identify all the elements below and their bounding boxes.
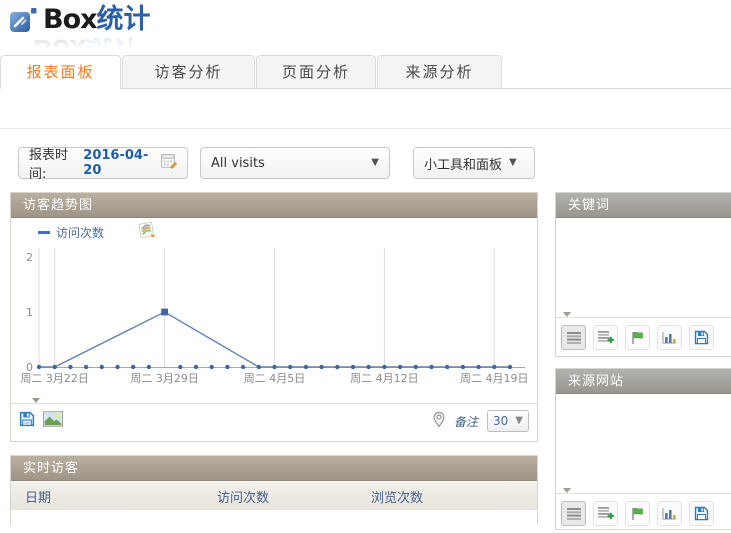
column-header-visits[interactable]: 访问次数 [217,487,371,506]
chevron-down-icon: ▼ [515,416,523,426]
visits-evolution-chart[interactable]: 周二 3月22日周二 3月29日周二 4月5日周二 4月12日周二 4月19日0… [11,240,539,390]
referrers-widget-footer [556,493,731,533]
report-time-label: 报表时间: [29,144,78,182]
keywords-widget: 关键词 [555,192,731,357]
svg-text:周二 4月19日: 周二 4月19日 [460,372,529,385]
referrer-websites-widget: 来源网站 [555,368,731,530]
svg-text:2: 2 [26,251,33,264]
svg-text:周二 3月29日: 周二 3月29日 [130,372,199,385]
expander-icon[interactable] [32,398,40,403]
visitor-trend-title[interactable]: 访客趋势图 [11,193,537,218]
export-icon[interactable] [19,411,35,431]
chevron-down-icon: ▼ [371,158,379,168]
table-view-button[interactable] [561,501,586,526]
table-more-columns-button[interactable] [593,325,618,350]
export-icon[interactable] [689,501,714,526]
keywords-empty-body [556,218,731,317]
annotation-link[interactable]: 备注 [454,413,478,430]
row-limit-value: 30 [493,414,508,428]
keywords-widget-footer [556,317,731,357]
logo-text-zh: 统计 [97,4,151,35]
graph-type-icon[interactable] [138,222,156,242]
realtime-table-header: 日期 访问次数 浏览次数 [11,481,537,510]
image-export-icon[interactable] [43,411,63,431]
export-icon[interactable] [689,325,714,350]
widgets-button-label: 小工具和面板 [424,154,502,173]
report-date-value: 2016-04-20 [83,148,156,178]
legend-series-dash [38,231,50,234]
table-more-columns-button[interactable] [593,501,618,526]
visitor-trend-widget: 访客趋势图 访问次数 周二 3月22日周二 3月29日周二 4月5日周二 4月1… [10,192,538,442]
table-view-button[interactable] [561,325,586,350]
referrers-empty-body [556,394,731,493]
annotation-pin-icon[interactable] [433,411,445,432]
svg-text:1: 1 [26,306,33,319]
calendar-icon [161,153,177,173]
main-nav-tabs: 报表面板 访客分析 页面分析 来源分析 [0,55,731,89]
logo-text-en: Box [43,4,97,35]
segment-selector[interactable]: All visits ▼ [200,147,390,179]
realtime-visitors-title[interactable]: 实时访客 [11,456,537,481]
expander-icon[interactable] [563,312,571,317]
tab-source-analysis[interactable]: 来源分析 [377,55,502,88]
segment-selector-value: All visits [211,156,265,171]
legend-series-label: 访问次数 [56,224,104,241]
tab-page-analysis[interactable]: 页面分析 [256,55,376,88]
svg-text:周二 4月5日: 周二 4月5日 [244,372,306,385]
keywords-title[interactable]: 关键词 [556,193,731,218]
chevron-down-icon: ▼ [509,158,517,168]
tab-visitor-analysis[interactable]: 访客分析 [122,55,255,88]
svg-text:周二 4月12日: 周二 4月12日 [350,372,419,385]
column-header-date[interactable]: 日期 [11,487,217,506]
toolbar-divider [0,128,731,129]
widgets-and-dashboard-button[interactable]: 小工具和面板 ▼ [413,147,535,179]
chart-legend: 访问次数 [38,224,537,240]
goal-flag-button[interactable] [625,501,650,526]
realtime-visitors-widget: 实时访客 日期 访问次数 浏览次数 [10,455,538,525]
bar-chart-view-button[interactable] [657,325,682,350]
logo-text: Box统计 [43,5,151,35]
goal-flag-button[interactable] [625,325,650,350]
report-date-picker[interactable]: 报表时间: 2016-04-20 [18,147,188,179]
referrer-websites-title[interactable]: 来源网站 [556,369,731,394]
row-limit-select[interactable]: 30 ▼ [487,410,529,432]
trend-widget-footer: 备注 30 ▼ [11,403,537,441]
tab-report-dashboard[interactable]: 报表面板 [0,55,121,89]
bar-chart-view-button[interactable] [657,501,682,526]
column-header-pageviews[interactable]: 浏览次数 [371,487,537,506]
svg-text:0: 0 [26,361,33,374]
expander-icon[interactable] [563,488,571,493]
